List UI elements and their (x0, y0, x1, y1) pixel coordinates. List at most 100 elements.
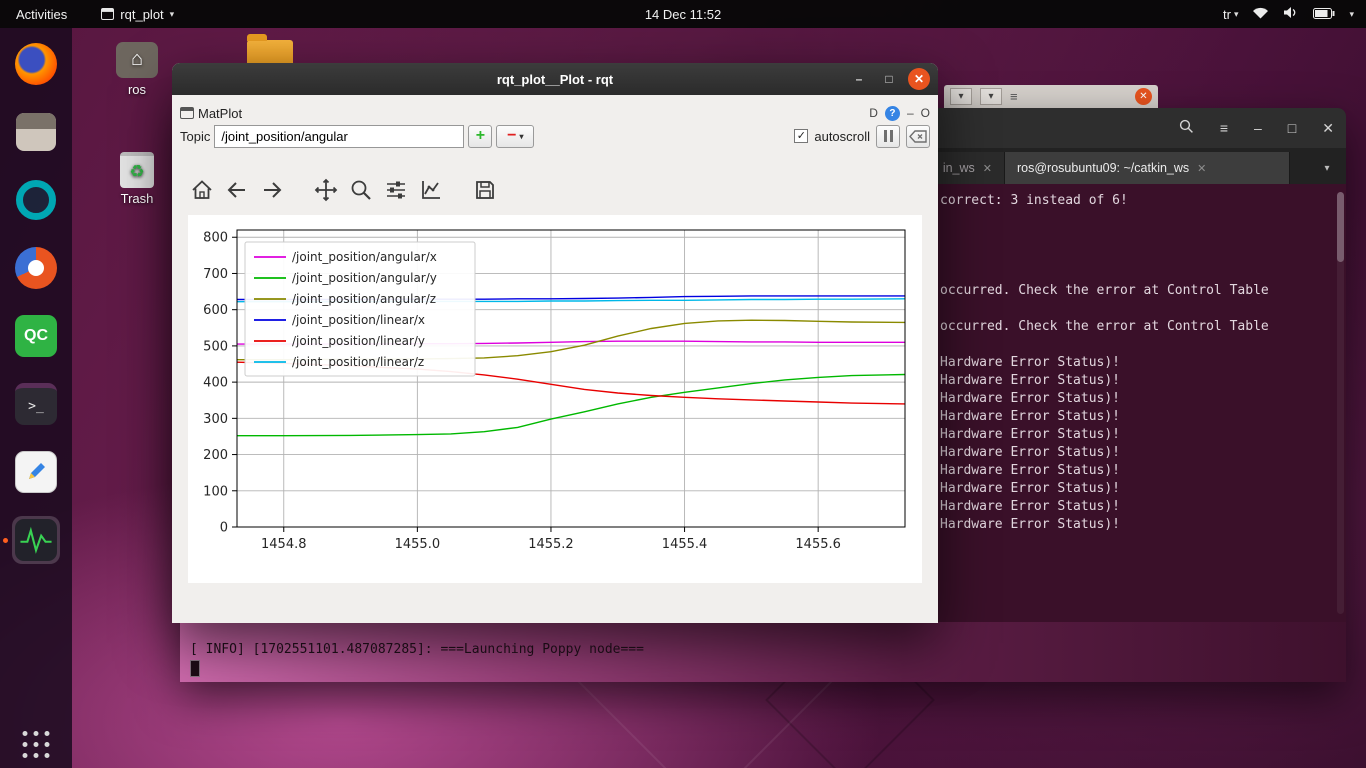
dock: QC >_ (0, 28, 72, 768)
dock-item-rqt-plot[interactable] (12, 516, 60, 564)
plot-canvas[interactable]: 1454.81455.01455.21455.41455.60100200300… (188, 215, 922, 583)
chevron-down-icon: ▾ (1349, 9, 1354, 20)
autoscroll-checkbox[interactable]: ✓ (794, 129, 808, 143)
svg-text:700: 700 (203, 267, 228, 282)
svg-text:1454.8: 1454.8 (261, 537, 307, 552)
home-folder-icon: ⌂ (116, 42, 158, 78)
close-icon[interactable]: ✕ (1135, 88, 1152, 105)
save-button[interactable] (471, 176, 499, 204)
desktop-icon-ros[interactable]: ⌂ ros (98, 42, 176, 97)
dock-item-remote[interactable] (12, 176, 60, 224)
app-menu-label: rqt_plot (120, 7, 163, 22)
menu-icon[interactable]: ≡ (1220, 120, 1228, 136)
close-button[interactable]: ✕ (908, 68, 930, 90)
menu-icon[interactable]: ≡ (1010, 89, 1018, 104)
tab-close-icon[interactable]: ✕ (1197, 162, 1206, 175)
dock-item-qc[interactable]: QC (12, 312, 60, 360)
pause-button[interactable] (876, 125, 900, 148)
svg-text:1455.4: 1455.4 (662, 537, 708, 552)
terminal-icon: >_ (15, 383, 57, 425)
svg-text:/joint_position/angular/y: /joint_position/angular/y (292, 271, 437, 285)
app-menu[interactable]: rqt_plot ▾ (101, 7, 174, 22)
svg-text:0: 0 (220, 521, 228, 536)
terminal-line (940, 336, 1330, 354)
desktop-icon-trash[interactable]: ♻ Trash (98, 152, 176, 206)
terminal-line: Hardware Error Status)! (940, 444, 1330, 462)
plugin-help-button[interactable]: ? (885, 106, 900, 121)
terminal-line (940, 246, 1330, 264)
plugin-title: MatPlot (198, 106, 242, 121)
toolbar-dropdown[interactable]: ▾ (980, 88, 1002, 105)
system-indicators[interactable]: tr ▾ ▾ (1223, 6, 1366, 22)
terminal-line: Hardware Error Status)! (940, 498, 1330, 516)
files-icon (16, 113, 56, 151)
plot-canvas-area[interactable]: 1454.81455.01455.21455.41455.60100200300… (188, 215, 922, 583)
rqt-plot-window: rqt_plot__Plot - rqt – □ ✕ MatPlot D ? –… (172, 63, 938, 623)
toolbar-dropdown[interactable]: ▾ (950, 88, 972, 105)
minus-icon: − (507, 127, 516, 145)
show-applications-button[interactable] (23, 731, 50, 758)
terminal-output: correct: 3 instead of 6!occurred. Check … (940, 192, 1330, 534)
tab-close-icon[interactable]: ✕ (983, 162, 992, 175)
clock[interactable]: 14 Dec 11:52 (645, 7, 721, 22)
svg-text:400: 400 (203, 376, 228, 391)
matplotlib-toolbar (188, 173, 499, 207)
plugin-minimize-button[interactable]: – (907, 106, 914, 120)
terminal-tab-active[interactable]: ros@rosubuntu09: ~/catkin_ws ✕ (1005, 152, 1290, 184)
terminal-line: Hardware Error Status)! (940, 516, 1330, 534)
scrollbar-thumb[interactable] (1337, 192, 1344, 262)
topic-input[interactable] (214, 125, 464, 148)
window-titlebar[interactable]: rqt_plot__Plot - rqt – □ ✕ (172, 63, 938, 95)
svg-text:200: 200 (203, 448, 228, 463)
minimize-button[interactable]: – (848, 68, 870, 90)
plugin-icon (180, 107, 194, 119)
terminal-cursor (190, 660, 200, 677)
chevron-down-icon: ▾ (1234, 9, 1239, 20)
terminal-line (940, 210, 1330, 228)
maximize-icon[interactable]: □ (1288, 120, 1296, 136)
tab-list-dropdown[interactable]: ▾ (1308, 152, 1346, 184)
activities-button[interactable]: Activities (0, 0, 83, 28)
home-button[interactable] (188, 176, 216, 204)
dock-item-files[interactable] (12, 108, 60, 156)
terminal-line: occurred. Check the error at Control Tab… (940, 282, 1330, 300)
search-icon[interactable] (1179, 119, 1194, 137)
terminal-scrollbar[interactable] (1337, 192, 1344, 614)
svg-text:1455.0: 1455.0 (395, 537, 441, 552)
topic-row: Topic + − ▾ ✓ autoscroll (180, 123, 930, 149)
svg-text:500: 500 (203, 339, 228, 354)
dock-item-text-editor[interactable] (12, 448, 60, 496)
svg-text:800: 800 (203, 231, 228, 246)
terminal-line: Hardware Error Status)! (940, 390, 1330, 408)
svg-text:1455.6: 1455.6 (795, 537, 841, 552)
dock-item-terminal[interactable]: >_ (12, 380, 60, 428)
zoom-button[interactable] (347, 176, 375, 204)
dock-item-software[interactable] (12, 244, 60, 292)
trash-icon: ♻ (120, 152, 154, 188)
dock-item-firefox[interactable] (12, 40, 60, 88)
close-icon[interactable]: ✕ (1322, 120, 1334, 137)
add-topic-button[interactable]: + (468, 125, 492, 148)
plugin-detach-button[interactable]: D (869, 106, 878, 120)
svg-text:/joint_position/angular/x: /joint_position/angular/x (292, 250, 437, 264)
minimize-icon[interactable]: – (1254, 120, 1262, 136)
svg-text:1455.2: 1455.2 (528, 537, 574, 552)
svg-text:300: 300 (203, 412, 228, 427)
customize-button[interactable] (417, 176, 445, 204)
svg-text:/joint_position/angular/z: /joint_position/angular/z (292, 292, 436, 306)
chevron-down-icon: ▾ (170, 9, 175, 20)
subplots-button[interactable] (382, 176, 410, 204)
terminal-line: Hardware Error Status)! (940, 354, 1330, 372)
volume-icon (1283, 6, 1299, 22)
back-button[interactable] (223, 176, 251, 204)
forward-button[interactable] (258, 176, 286, 204)
pan-button[interactable] (312, 176, 340, 204)
window-title: rqt_plot__Plot - rqt (497, 72, 613, 87)
plot-app-icon (15, 519, 57, 561)
clear-button[interactable] (906, 125, 930, 148)
plugin-close-button[interactable]: O (921, 106, 930, 120)
maximize-button[interactable]: □ (878, 68, 900, 90)
svg-text:/joint_position/linear/y: /joint_position/linear/y (292, 334, 425, 348)
remove-topic-button[interactable]: − ▾ (496, 125, 534, 148)
remote-app-icon (16, 180, 56, 220)
